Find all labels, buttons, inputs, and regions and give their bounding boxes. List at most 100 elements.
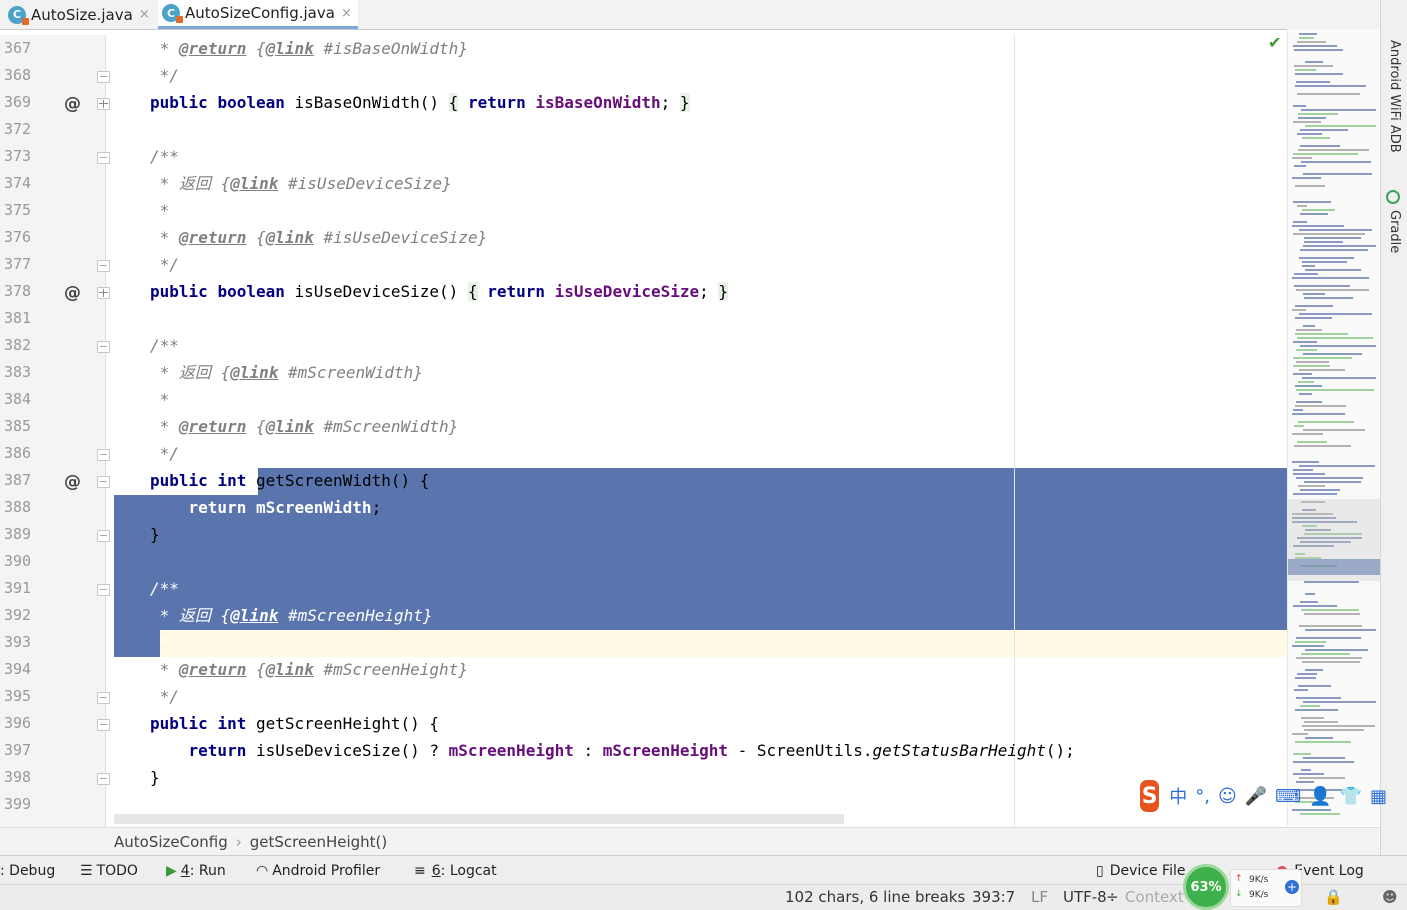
add-icon[interactable]: + bbox=[1285, 880, 1299, 894]
minimap-line bbox=[1297, 205, 1307, 207]
android-profiler-button[interactable]: ◠ Android Profiler bbox=[256, 856, 380, 885]
download-speed: 9K/s bbox=[1249, 890, 1269, 900]
current-line-highlight bbox=[160, 630, 1287, 657]
minimap-line bbox=[1296, 697, 1341, 699]
code-line: * @return {@link #isUseDeviceSize} bbox=[150, 224, 488, 251]
code-token: (); bbox=[1045, 741, 1075, 760]
javadoc-tag: @return bbox=[178, 417, 247, 436]
tab-autosizeconfig[interactable]: C AutoSizeConfig.java × bbox=[158, 0, 358, 29]
sogou-logo-icon[interactable]: S bbox=[1140, 780, 1160, 812]
fold-marker-icon[interactable] bbox=[97, 152, 110, 164]
breadcrumb-method[interactable]: getScreenHeight() bbox=[250, 833, 388, 851]
fold-marker-icon[interactable] bbox=[97, 719, 110, 731]
fold-marker-icon[interactable] bbox=[97, 71, 110, 83]
line-number: 393 bbox=[4, 633, 32, 651]
minimap-line bbox=[1296, 389, 1374, 391]
network-usage-badge[interactable]: 63% bbox=[1183, 864, 1229, 910]
run-mnemonic: 4 bbox=[180, 862, 190, 879]
code-token: : bbox=[573, 741, 603, 760]
minimap-line bbox=[1303, 245, 1376, 247]
minimap-line bbox=[1302, 725, 1375, 727]
folded-brace: { bbox=[467, 282, 478, 301]
fold-marker-icon[interactable] bbox=[97, 773, 110, 785]
code-token: isUseDeviceSize() ? bbox=[255, 741, 449, 760]
todo-tool-button[interactable]: ☰ TODO bbox=[80, 856, 138, 885]
net-percent: 63% bbox=[1190, 879, 1222, 895]
right-tool-window-bar: Android WiFi ADB Gradle bbox=[1380, 0, 1407, 855]
line-number: 386 bbox=[4, 444, 32, 462]
chinese-mode-toggle[interactable]: 中 bbox=[1169, 783, 1187, 809]
fold-marker-icon[interactable] bbox=[97, 449, 110, 461]
skin-icon[interactable]: 👕 bbox=[1340, 786, 1362, 807]
line-number: 382 bbox=[4, 336, 32, 354]
debug-label: : Debug bbox=[0, 862, 56, 879]
minimap-line bbox=[1299, 257, 1354, 259]
minimap-line bbox=[1292, 177, 1321, 179]
inspector-icon[interactable]: ☻ bbox=[1382, 888, 1398, 906]
minimap-line bbox=[1295, 709, 1338, 711]
cursor-position[interactable]: 393:7 bbox=[972, 888, 1015, 906]
minimap-line bbox=[1300, 489, 1340, 491]
device-file-explorer-button[interactable]: ▯ Device File bbox=[1096, 856, 1185, 885]
lock-icon[interactable]: 🔒 bbox=[1324, 888, 1343, 906]
minimap-line bbox=[1305, 593, 1315, 595]
fold-marker-icon[interactable] bbox=[97, 341, 110, 353]
minimap-line bbox=[1296, 401, 1322, 403]
microphone-icon[interactable]: 🎤 bbox=[1245, 786, 1267, 807]
minimap-line bbox=[1295, 85, 1366, 87]
line-number: 385 bbox=[4, 417, 32, 435]
minimap-line bbox=[1293, 121, 1321, 123]
line-number: 376 bbox=[4, 228, 32, 246]
minimap-line bbox=[1301, 769, 1311, 771]
minimap-line bbox=[1297, 441, 1327, 443]
field-ref: isUseDeviceSize bbox=[554, 282, 700, 301]
grid-menu-icon[interactable]: ▦ bbox=[1370, 786, 1387, 807]
context-indicator: Context bbox=[1125, 888, 1184, 906]
minimap-line bbox=[1292, 733, 1308, 735]
minimap-line bbox=[1300, 345, 1376, 347]
comment-text: * bbox=[159, 363, 170, 382]
comment-text: * bbox=[159, 39, 170, 58]
comment-text: #mScreenHeight} bbox=[323, 660, 468, 679]
keyword: return bbox=[467, 93, 526, 112]
file-encoding[interactable]: UTF-8 bbox=[1063, 888, 1107, 906]
breadcrumb-class[interactable]: AutoSizeConfig bbox=[114, 833, 228, 851]
tab-autosize[interactable]: C AutoSize.java × bbox=[4, 0, 156, 29]
line-separator[interactable]: LF bbox=[1031, 888, 1048, 906]
emoji-icon[interactable]: ☺ bbox=[1218, 786, 1237, 807]
debug-tool-button[interactable]: : Debug bbox=[0, 856, 55, 885]
logcat-tool-button[interactable]: ≡ 6: Logcat bbox=[414, 856, 497, 885]
minimap-line bbox=[1292, 645, 1324, 647]
javadoc-tag: @return bbox=[178, 39, 247, 58]
user-icon[interactable]: 👤 bbox=[1309, 786, 1331, 807]
upload-speed: 9K/s bbox=[1249, 875, 1269, 885]
code-minimap[interactable] bbox=[1287, 29, 1380, 826]
expand-fold-icon[interactable] bbox=[97, 98, 110, 110]
comment-text: #mScreenWidth} bbox=[323, 417, 459, 436]
run-tool-button[interactable]: ▶ 4: Run bbox=[166, 856, 226, 885]
minimap-line bbox=[1295, 385, 1322, 387]
gradle-panel[interactable]: Gradle bbox=[1387, 210, 1402, 253]
code-token: isUseDeviceSize() bbox=[294, 282, 459, 301]
fold-marker-icon[interactable] bbox=[97, 692, 110, 704]
encoding-arrow-icon: ÷ bbox=[1106, 888, 1119, 906]
android-wifi-adb-panel[interactable]: Android WiFi ADB bbox=[1387, 40, 1402, 153]
expand-fold-icon[interactable] bbox=[97, 287, 110, 299]
minimap-line bbox=[1293, 473, 1325, 475]
minimap-line bbox=[1295, 69, 1316, 71]
horizontal-scrollbar[interactable] bbox=[114, 814, 844, 824]
comment-text: * bbox=[159, 390, 170, 409]
fold-marker-icon[interactable] bbox=[97, 530, 110, 542]
fold-marker-icon[interactable] bbox=[97, 260, 110, 272]
minimap-line bbox=[1303, 353, 1362, 355]
keyboard-icon[interactable]: ⌨ bbox=[1275, 786, 1301, 807]
fold-marker-icon[interactable] bbox=[97, 584, 110, 596]
minimap-line bbox=[1293, 773, 1324, 775]
no-errors-check-icon: ✔ bbox=[1268, 33, 1282, 52]
close-icon[interactable]: × bbox=[139, 7, 150, 22]
close-icon[interactable]: × bbox=[341, 6, 352, 21]
fold-marker-icon[interactable] bbox=[97, 476, 110, 488]
minimap-line bbox=[1303, 701, 1376, 703]
folded-brace: } bbox=[679, 93, 690, 112]
punctuation-toggle[interactable]: °, bbox=[1195, 786, 1210, 807]
